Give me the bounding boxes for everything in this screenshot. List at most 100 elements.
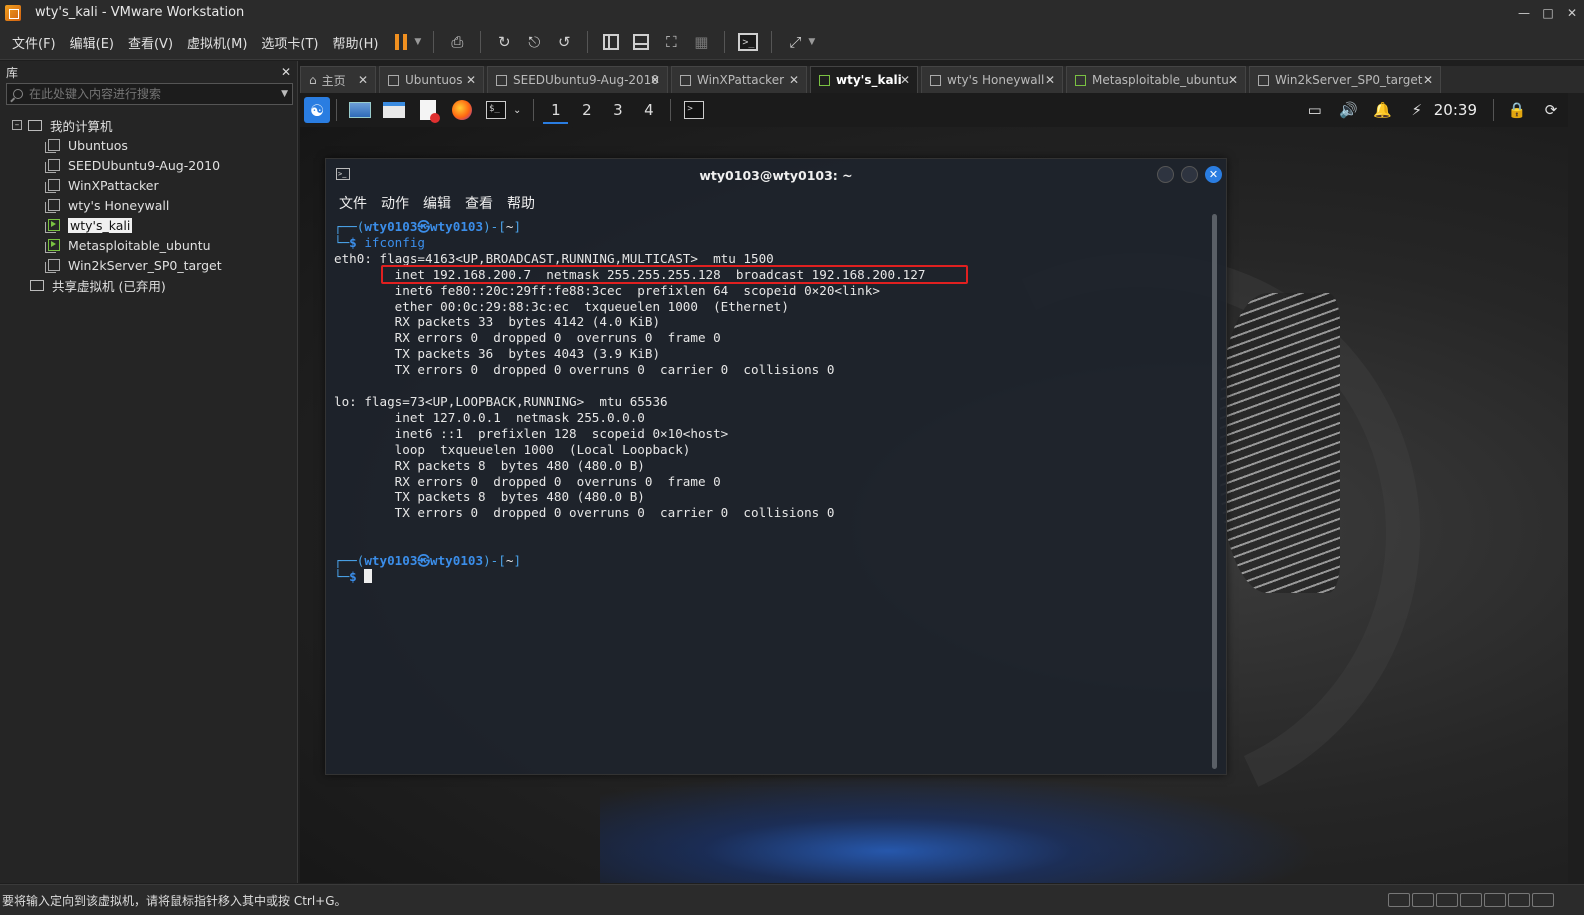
tree-item-kali[interactable]: wty's_kali: [0, 215, 297, 235]
display-icon[interactable]: ▭: [1298, 101, 1332, 119]
window-title: wty's_kali - VMware Workstation: [35, 5, 245, 20]
workspace-1[interactable]: 1: [540, 93, 571, 127]
tab-winxpattacker[interactable]: WinXPattacker ✕: [671, 66, 807, 93]
full-screen-button[interactable]: ⛶: [658, 29, 684, 55]
tab-honeywall[interactable]: wty's Honeywall ✕: [921, 66, 1063, 93]
tab-ubuntuos[interactable]: Ubuntuos ✕: [379, 66, 484, 93]
file-manager-icon[interactable]: [381, 97, 407, 123]
panel-clock[interactable]: 20:39: [1434, 101, 1477, 119]
terminal-dropdown-icon[interactable]: ⌄: [513, 105, 521, 116]
tab-seedubuntu[interactable]: SEEDUbuntu9-Aug-2010 ✕: [487, 66, 668, 93]
sound-card-icon[interactable]: [1460, 893, 1482, 907]
terminal-titlebar[interactable]: >_ wty0103@wty0103: ~ ✕: [326, 159, 1226, 191]
tab-win2kserver[interactable]: Win2kServer_SP0_target ✕: [1249, 66, 1441, 93]
terminal-menu-file[interactable]: 文件: [339, 193, 367, 213]
workspace-4[interactable]: 4: [633, 93, 664, 127]
snapshot-button[interactable]: ↻: [491, 29, 517, 55]
notifications-icon[interactable]: 🔔: [1366, 101, 1400, 119]
close-tab-icon[interactable]: ✕: [358, 73, 368, 87]
close-tab-icon[interactable]: ✕: [789, 73, 799, 87]
terminal-menu-help[interactable]: 帮助: [507, 193, 535, 213]
tree-item-winxpattacker[interactable]: WinXPattacker: [0, 175, 297, 195]
send-ctrl-alt-del-button[interactable]: ⎙: [444, 29, 470, 55]
revert-snapshot-button[interactable]: ⎋: [521, 29, 547, 55]
terminal-minimize-button[interactable]: [1157, 166, 1174, 183]
hard-disk-icon[interactable]: [1388, 893, 1410, 907]
terminal-scrollbar[interactable]: [1212, 214, 1217, 769]
show-desktop-icon[interactable]: [347, 97, 373, 123]
firefox-icon[interactable]: [449, 97, 475, 123]
workspace-3[interactable]: 3: [602, 93, 633, 127]
network-adapter-icon[interactable]: [1436, 893, 1458, 907]
lock-screen-icon[interactable]: 🔒: [1500, 101, 1534, 119]
vm-display[interactable]: ☯ $_ ⌄ 1 2 3 4 > ▭ 🔊 🔔 ⚡ 20:39 🔒 ⟳ >_ wt…: [300, 93, 1568, 883]
thumbnail-bar-button[interactable]: [628, 29, 654, 55]
tree-item-honeywall[interactable]: wty's Honeywall: [0, 195, 297, 215]
tree-item-metasploitable[interactable]: Metasploitable_ubuntu: [0, 235, 297, 255]
search-input[interactable]: [29, 87, 269, 101]
minimize-button[interactable]: —: [1512, 0, 1536, 25]
close-library-icon[interactable]: ✕: [281, 65, 291, 79]
snapshot-manager-button[interactable]: ↺: [551, 29, 577, 55]
close-tab-icon[interactable]: ✕: [650, 73, 660, 87]
logout-icon[interactable]: ⟳: [1534, 101, 1568, 119]
maximize-button[interactable]: □: [1536, 0, 1560, 25]
stretch-dropdown-icon[interactable]: ▼: [808, 37, 815, 47]
menu-edit[interactable]: 编辑(E): [64, 33, 120, 52]
close-tab-icon[interactable]: ✕: [900, 73, 910, 87]
tree-root-label: 我的计算机: [50, 118, 113, 134]
tree-item-ubuntuos[interactable]: Ubuntuos: [0, 135, 297, 155]
kali-menu-icon[interactable]: ☯: [304, 97, 330, 123]
usb-icon[interactable]: [1484, 893, 1506, 907]
prompt-line: ┌──(wty0103㉿wty0103)-[~]: [334, 219, 522, 234]
menu-vm[interactable]: 虚拟机(M): [181, 33, 253, 52]
close-tab-icon[interactable]: ✕: [1045, 73, 1055, 87]
tree-item-seedubuntu[interactable]: SEEDUbuntu9-Aug-2010: [0, 155, 297, 175]
menu-view[interactable]: 查看(V): [122, 33, 179, 52]
show-library-button[interactable]: [598, 29, 624, 55]
stretch-guest-button[interactable]: ⤢: [782, 29, 808, 55]
terminal-menu-view[interactable]: 查看: [465, 193, 493, 213]
display-status-icon[interactable]: [1532, 893, 1554, 907]
printer-icon[interactable]: [1508, 893, 1530, 907]
collapse-icon[interactable]: –: [12, 120, 22, 130]
menu-help[interactable]: 帮助(H): [327, 33, 385, 52]
tab-metasploitable[interactable]: Metasploitable_ubuntu ✕: [1066, 66, 1246, 93]
taskbar-terminal-window[interactable]: >: [681, 97, 707, 123]
text-editor-icon[interactable]: [415, 97, 441, 123]
vm-icon: [1258, 74, 1269, 86]
console-view-button[interactable]: >_: [735, 29, 761, 55]
close-tab-icon[interactable]: ✕: [1423, 73, 1433, 87]
terminal-window[interactable]: >_ wty0103@wty0103: ~ ✕ 文件 动作 编辑 查看 帮助 ┌…: [325, 158, 1227, 775]
pause-dropdown-icon[interactable]: ▼: [414, 37, 421, 47]
power-manager-icon[interactable]: ⚡: [1400, 101, 1434, 119]
tree-root-my-computer[interactable]: – 我的计算机: [0, 115, 297, 135]
input-line[interactable]: └─$: [334, 568, 1204, 585]
unity-button[interactable]: ▦: [688, 29, 714, 55]
menu-file[interactable]: 文件(F): [6, 33, 62, 52]
home-icon: ⌂: [309, 73, 317, 87]
terminal-close-button[interactable]: ✕: [1205, 166, 1222, 183]
pause-button[interactable]: [388, 29, 414, 55]
terminal-menu-edit[interactable]: 编辑: [423, 193, 451, 213]
terminal-launcher-icon[interactable]: $_: [483, 97, 509, 123]
search-dropdown-icon[interactable]: ▼: [281, 89, 288, 99]
close-tab-icon[interactable]: ✕: [466, 73, 476, 87]
tab-home[interactable]: ⌂ 主页 ✕: [300, 66, 376, 93]
volume-icon[interactable]: 🔊: [1332, 101, 1366, 119]
cd-drive-icon[interactable]: [1412, 893, 1434, 907]
terminal-menu-actions[interactable]: 动作: [381, 193, 409, 213]
tree-item-shared-vms[interactable]: 共享虚拟机 (已弃用): [0, 275, 297, 295]
library-search[interactable]: ▼: [6, 83, 293, 105]
workspace-2[interactable]: 2: [571, 93, 602, 127]
close-tab-icon[interactable]: ✕: [1228, 73, 1238, 87]
tab-wtys-kali[interactable]: wty's_kali ✕: [810, 66, 918, 93]
close-window-button[interactable]: ✕: [1560, 0, 1584, 25]
terminal-maximize-button[interactable]: [1181, 166, 1198, 183]
menu-tabs[interactable]: 选项卡(T): [255, 33, 324, 52]
tree-item-label: Ubuntuos: [68, 137, 128, 153]
tree-item-label: WinXPattacker: [68, 177, 159, 193]
panel-separator: [336, 99, 337, 121]
tree-item-label: wty's_kali: [68, 217, 133, 233]
tree-item-win2kserver[interactable]: Win2kServer_SP0_target: [0, 255, 297, 275]
